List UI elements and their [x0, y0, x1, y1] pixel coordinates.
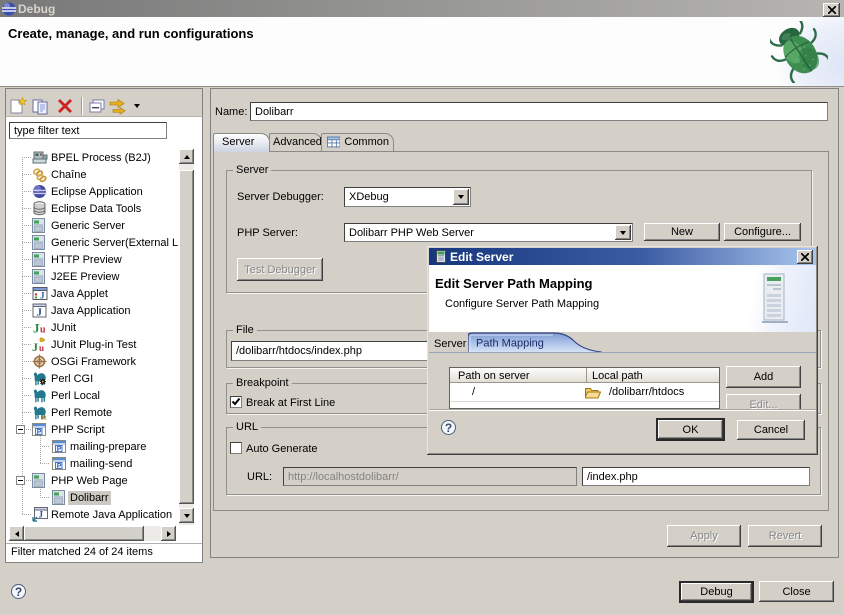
svg-text:P: P — [57, 463, 62, 470]
svg-text:P: P — [37, 429, 42, 436]
svg-text:J: J — [33, 321, 40, 336]
svg-text:J: J — [32, 340, 38, 353]
svg-text:u: u — [39, 343, 44, 353]
svg-text:P: P — [57, 446, 62, 453]
svg-text:u: u — [40, 325, 46, 336]
svg-text:Path Mapping: Path Mapping — [476, 338, 544, 350]
svg-text:R: R — [42, 415, 47, 420]
svg-text:J: J — [37, 307, 43, 319]
svg-text:J: J — [39, 510, 44, 520]
svg-text:J: J — [40, 291, 45, 301]
